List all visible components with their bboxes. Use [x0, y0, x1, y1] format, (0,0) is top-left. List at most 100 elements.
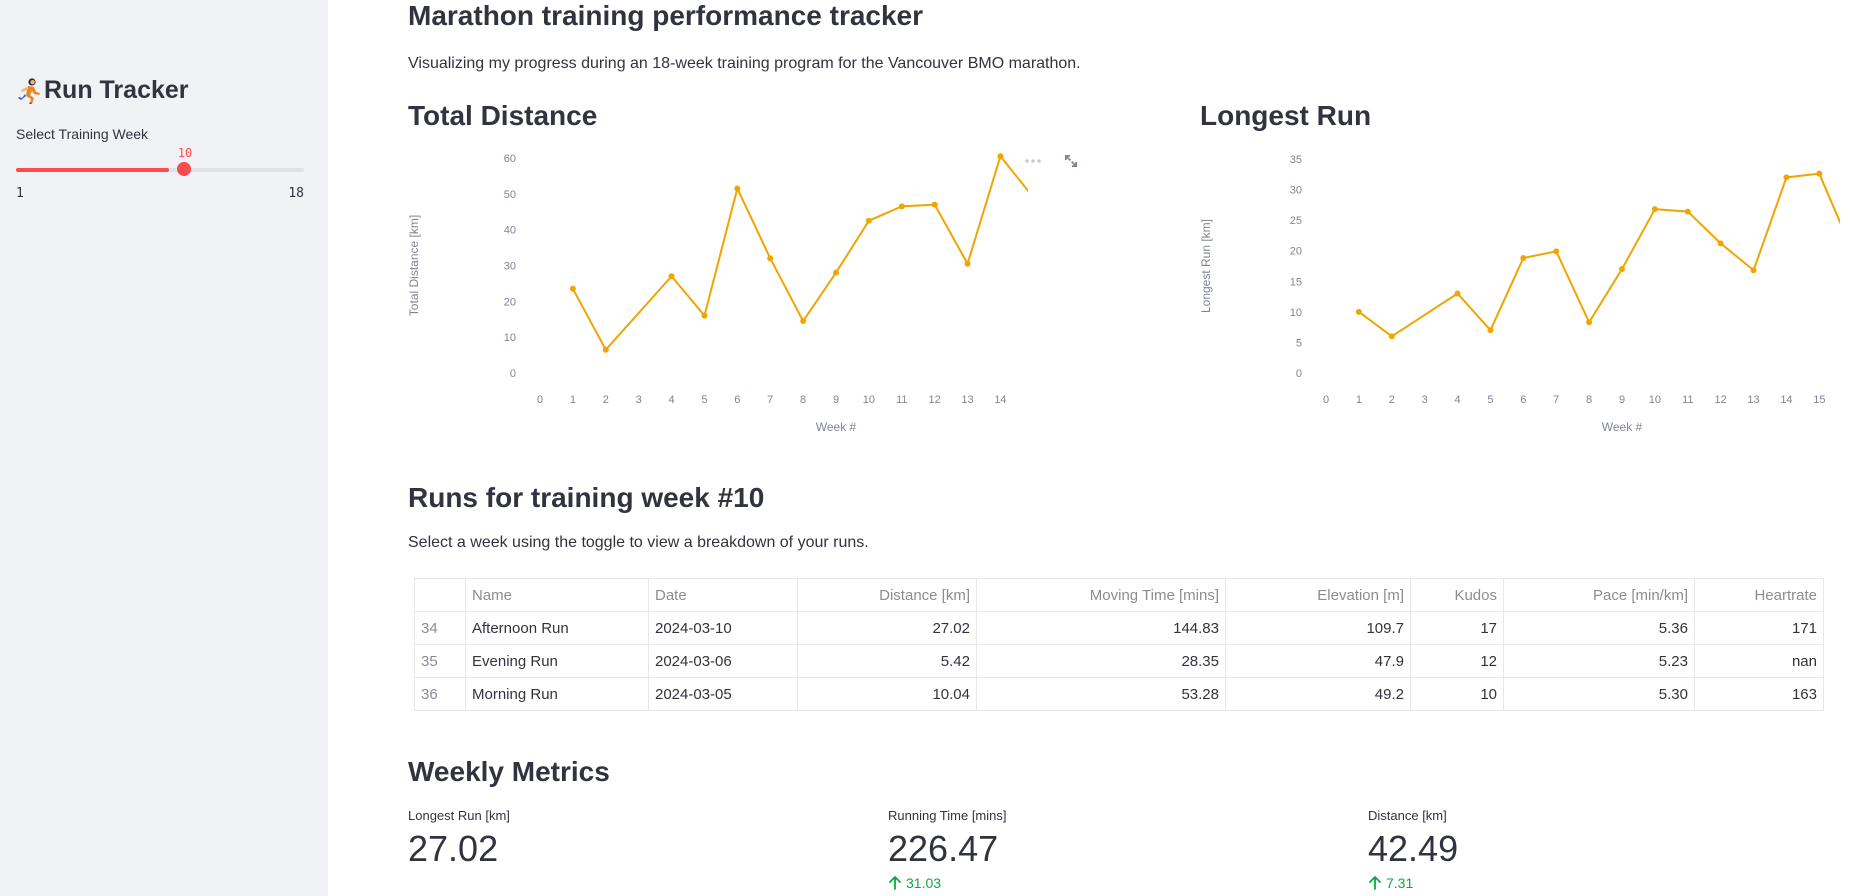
total-distance-chart[interactable]: 0102030405060012345678910111213141516171… — [408, 148, 1028, 438]
table-header-distance[interactable]: Distance [km] — [798, 579, 977, 612]
x-tick-label: 6 — [734, 394, 740, 406]
x-tick-label: 7 — [767, 394, 773, 406]
table-cell-name[interactable]: Morning Run — [466, 678, 649, 711]
runs-table[interactable]: Name Date Distance [km] Moving Time [min… — [414, 578, 1824, 711]
data-point[interactable] — [1553, 248, 1559, 254]
data-point[interactable] — [1685, 209, 1691, 215]
metric-running-time: Running Time [mins] 226.47 31.03 — [888, 808, 1288, 891]
data-point[interactable] — [800, 318, 806, 324]
table-header-pace[interactable]: Pace [min/km] — [1504, 579, 1695, 612]
data-point[interactable] — [1520, 255, 1526, 261]
metric-label: Distance [km] — [1368, 808, 1768, 823]
x-tick-label: 7 — [1553, 394, 1559, 406]
data-point[interactable] — [1586, 319, 1592, 325]
slider-max-label: 18 — [288, 186, 304, 201]
table-cell-distance[interactable]: 5.42 — [798, 645, 977, 678]
data-point[interactable] — [1487, 327, 1493, 333]
table-cell-date[interactable]: 2024-03-10 — [649, 612, 798, 645]
table-cell-elevation[interactable]: 109.7 — [1226, 612, 1411, 645]
data-point[interactable] — [1619, 266, 1625, 272]
slider-fill — [16, 168, 169, 172]
table-row[interactable]: 36 Morning Run 2024-03-05 10.04 53.28 49… — [415, 678, 1824, 711]
y-tick-label: 10 — [1290, 307, 1302, 319]
table-cell-name[interactable]: Afternoon Run — [466, 612, 649, 645]
table-cell-pace[interactable]: 5.30 — [1504, 678, 1695, 711]
y-tick-label: 25 — [1290, 215, 1302, 227]
table-cell-kudos[interactable]: 10 — [1411, 678, 1504, 711]
table-cell-heartrate[interactable]: 163 — [1695, 678, 1824, 711]
table-header-name[interactable]: Name — [466, 579, 649, 612]
table-cell-index: 34 — [415, 612, 466, 645]
x-tick-label: 12 — [1715, 394, 1727, 406]
table-header-kudos[interactable]: Kudos — [1411, 579, 1504, 612]
y-tick-label: 0 — [510, 368, 516, 380]
data-point[interactable] — [932, 202, 938, 208]
data-point[interactable] — [767, 255, 773, 261]
data-point[interactable] — [1783, 174, 1789, 180]
data-point[interactable] — [570, 286, 576, 292]
week-slider[interactable]: 10 1 18 — [16, 146, 304, 202]
table-cell-pace[interactable]: 5.36 — [1504, 612, 1695, 645]
y-tick-label: 30 — [504, 261, 516, 273]
table-cell-date[interactable]: 2024-03-06 — [649, 645, 798, 678]
x-tick-label: 1 — [1356, 394, 1362, 406]
x-axis-label: Week # — [816, 420, 857, 434]
data-point[interactable] — [701, 313, 707, 319]
table-cell-name[interactable]: Evening Run — [466, 645, 649, 678]
table-row[interactable]: 35 Evening Run 2024-03-06 5.42 28.35 47.… — [415, 645, 1824, 678]
table-cell-moving-time[interactable]: 28.35 — [977, 645, 1226, 678]
table-cell-distance[interactable]: 27.02 — [798, 612, 977, 645]
app-brand: Run Tracker — [16, 76, 189, 105]
table-cell-heartrate[interactable]: nan — [1695, 645, 1824, 678]
table-header-heartrate[interactable]: Heartrate — [1695, 579, 1824, 612]
table-header-date[interactable]: Date — [649, 579, 798, 612]
slider-thumb[interactable] — [177, 162, 191, 176]
table-header-moving-time[interactable]: Moving Time [mins] — [977, 579, 1226, 612]
table-header-elevation[interactable]: Elevation [m] — [1226, 579, 1411, 612]
app-title: Run Tracker — [44, 76, 189, 105]
y-tick-label: 0 — [1296, 368, 1302, 380]
data-point[interactable] — [965, 261, 971, 267]
table-cell-moving-time[interactable]: 144.83 — [977, 612, 1226, 645]
table-cell-elevation[interactable]: 49.2 — [1226, 678, 1411, 711]
data-point[interactable] — [734, 185, 740, 191]
x-tick-label: 8 — [1586, 394, 1592, 406]
data-point[interactable] — [833, 270, 839, 276]
slider-value: 10 — [169, 146, 201, 160]
data-point[interactable] — [1751, 267, 1757, 273]
y-axis-label: Total Distance [km] — [408, 215, 421, 316]
table-cell-moving-time[interactable]: 53.28 — [977, 678, 1226, 711]
table-cell-index: 35 — [415, 645, 466, 678]
table-cell-kudos[interactable]: 12 — [1411, 645, 1504, 678]
data-point[interactable] — [1652, 206, 1658, 212]
table-cell-heartrate[interactable]: 171 — [1695, 612, 1824, 645]
data-point[interactable] — [1455, 291, 1461, 297]
x-tick-label: 1 — [570, 394, 576, 406]
metric-distance: Distance [km] 42.49 7.31 — [1368, 808, 1768, 891]
data-point[interactable] — [1718, 240, 1724, 246]
x-tick-label: 2 — [603, 394, 609, 406]
longest-run-chart[interactable]: 0510152025303501234567891011121314151617… — [1200, 148, 1840, 438]
x-tick-label: 10 — [1649, 394, 1661, 406]
table-cell-distance[interactable]: 10.04 — [798, 678, 977, 711]
expand-icon[interactable] — [1062, 152, 1080, 170]
data-point[interactable] — [603, 347, 609, 353]
data-point[interactable] — [1356, 309, 1362, 315]
x-tick-label: 15 — [1813, 394, 1825, 406]
data-point[interactable] — [669, 273, 675, 279]
more-icon[interactable] — [1024, 158, 1042, 164]
y-tick-label: 15 — [1290, 276, 1302, 288]
data-point[interactable] — [1816, 171, 1822, 177]
data-point[interactable] — [866, 218, 872, 224]
metric-value: 42.49 — [1368, 829, 1768, 869]
table-row[interactable]: 34 Afternoon Run 2024-03-10 27.02 144.83… — [415, 612, 1824, 645]
table-cell-kudos[interactable]: 17 — [1411, 612, 1504, 645]
table-cell-date[interactable]: 2024-03-05 — [649, 678, 798, 711]
data-point[interactable] — [899, 203, 905, 209]
data-point[interactable] — [1389, 333, 1395, 339]
data-point[interactable] — [997, 153, 1003, 159]
metric-delta: 31.03 — [888, 875, 1288, 891]
table-cell-elevation[interactable]: 47.9 — [1226, 645, 1411, 678]
table-cell-pace[interactable]: 5.23 — [1504, 645, 1695, 678]
x-tick-label: 0 — [537, 394, 543, 406]
